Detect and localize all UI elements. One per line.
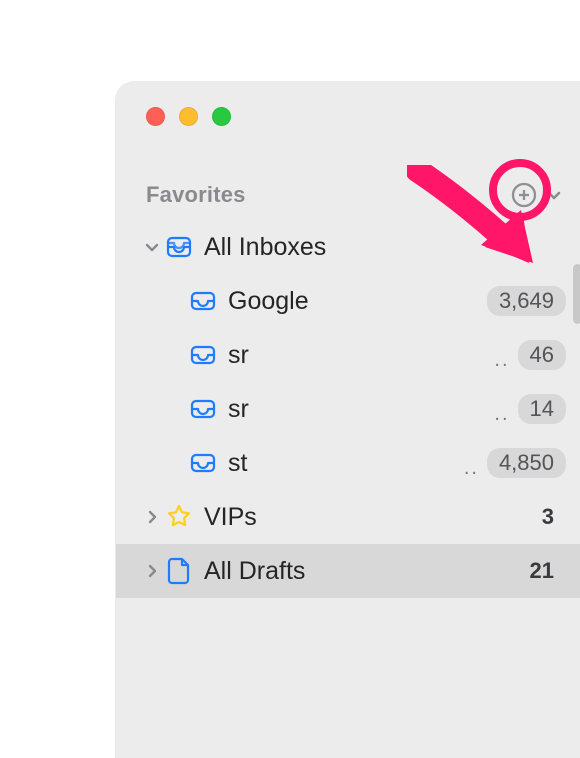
sidebar-item-account-4[interactable]: st .. 4,850: [116, 436, 580, 490]
truncation-indicator: ..: [464, 457, 479, 490]
truncation-indicator: ..: [494, 403, 509, 436]
sidebar-item-label: sr: [228, 395, 490, 424]
disclosure-toggle[interactable]: [140, 239, 164, 255]
close-window-button[interactable]: [146, 107, 165, 126]
sidebar-item-all-drafts[interactable]: All Drafts 21: [116, 544, 580, 598]
sidebar-item-label: All Drafts: [204, 557, 518, 586]
sidebar-item-label: sr: [228, 341, 490, 370]
sidebar-item-account-2[interactable]: sr .. 46: [116, 328, 580, 382]
disclosure-toggle[interactable]: [140, 563, 164, 579]
plus-circle-icon: [511, 182, 537, 208]
favorites-actions: [510, 181, 566, 209]
chevron-right-icon: [144, 509, 160, 525]
zoom-window-button[interactable]: [212, 107, 231, 126]
sidebar-item-vips[interactable]: VIPs 3: [116, 490, 580, 544]
mail-sidebar-window: Favorites: [116, 82, 580, 758]
sidebar-item-all-inboxes[interactable]: All Inboxes: [116, 220, 580, 274]
inbox-icon: [188, 448, 218, 478]
chevron-down-icon: [545, 186, 563, 204]
inbox-icon: [188, 340, 218, 370]
count-badge: 3: [530, 502, 566, 532]
truncation-indicator: ..: [494, 349, 509, 382]
inbox-stack-icon: [164, 232, 194, 262]
star-icon: [164, 502, 194, 532]
sidebar-item-label: st: [228, 449, 460, 478]
count-badge: 21: [518, 556, 566, 586]
add-favorite-button[interactable]: [510, 181, 538, 209]
unread-count-badge: 14: [518, 394, 566, 424]
sidebar-item-account-3[interactable]: sr .. 14: [116, 382, 580, 436]
window-controls: [116, 82, 580, 126]
favorites-section-header: Favorites: [116, 178, 580, 212]
unread-count-badge: 46: [518, 340, 566, 370]
collapse-favorites-button[interactable]: [542, 183, 566, 207]
disclosure-toggle[interactable]: [140, 509, 164, 525]
sidebar-item-label: VIPs: [204, 503, 530, 532]
sidebar-item-label: All Inboxes: [204, 233, 566, 262]
favorites-list: All Inboxes Google 3,649 sr .. 46: [116, 220, 580, 598]
sidebar-item-label: Google: [228, 287, 487, 316]
unread-count-badge: 4,850: [487, 448, 566, 478]
chevron-down-icon: [144, 239, 160, 255]
scrollbar-thumb[interactable]: [573, 264, 580, 324]
document-icon: [164, 556, 194, 586]
inbox-icon: [188, 394, 218, 424]
inbox-icon: [188, 286, 218, 316]
favorites-title: Favorites: [146, 182, 246, 208]
unread-count-badge: 3,649: [487, 286, 566, 316]
minimize-window-button[interactable]: [179, 107, 198, 126]
chevron-right-icon: [144, 563, 160, 579]
sidebar-item-google[interactable]: Google 3,649: [116, 274, 580, 328]
